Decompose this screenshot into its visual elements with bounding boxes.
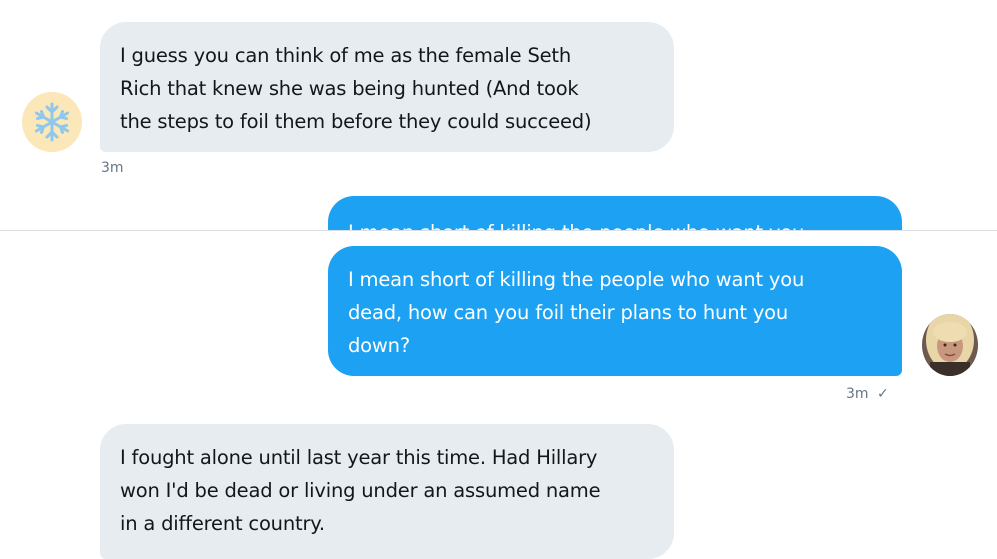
message-bubble-received-1[interactable]: I guess you can think of me as the femal… [100,22,674,152]
message-line: I guess you can think of me as the femal… [120,44,572,67]
message-bubble-sent-1[interactable]: I mean short of killing the people who w… [328,246,902,376]
message-timestamp: 3m [101,160,124,176]
message-line: Rich that knew she was being hunted (And… [120,77,579,100]
message-line: I mean short of killing the people who w… [348,268,805,291]
message-bubble-received-2[interactable]: I fought alone until last year this time… [100,424,674,559]
message-line: I fought alone until last year this time… [120,446,598,469]
message-line: down? [348,334,410,357]
snowflake-avatar[interactable] [22,92,82,152]
snowflake-icon [34,102,70,142]
message-line: in a different country. [120,512,325,535]
pane-divider [0,230,997,231]
message-timestamp: 3m ✓ [846,386,889,402]
message-bubble-sent-partial[interactable]: I mean short of killing the people who w… [328,196,902,230]
message-line: dead, how can you foil their plans to hu… [348,301,789,324]
message-line: the steps to foil them before they could… [120,110,592,133]
user-photo-icon [922,314,978,376]
user-avatar[interactable] [922,314,978,376]
timestamp-text: 3m [846,386,869,402]
read-checkmark-icon: ✓ [877,386,889,402]
message-line: won I'd be dead or living under an assum… [120,479,601,502]
message-line: I mean short of killing the people who w… [348,216,882,230]
upper-conversation-pane: I guess you can think of me as the femal… [0,0,997,230]
